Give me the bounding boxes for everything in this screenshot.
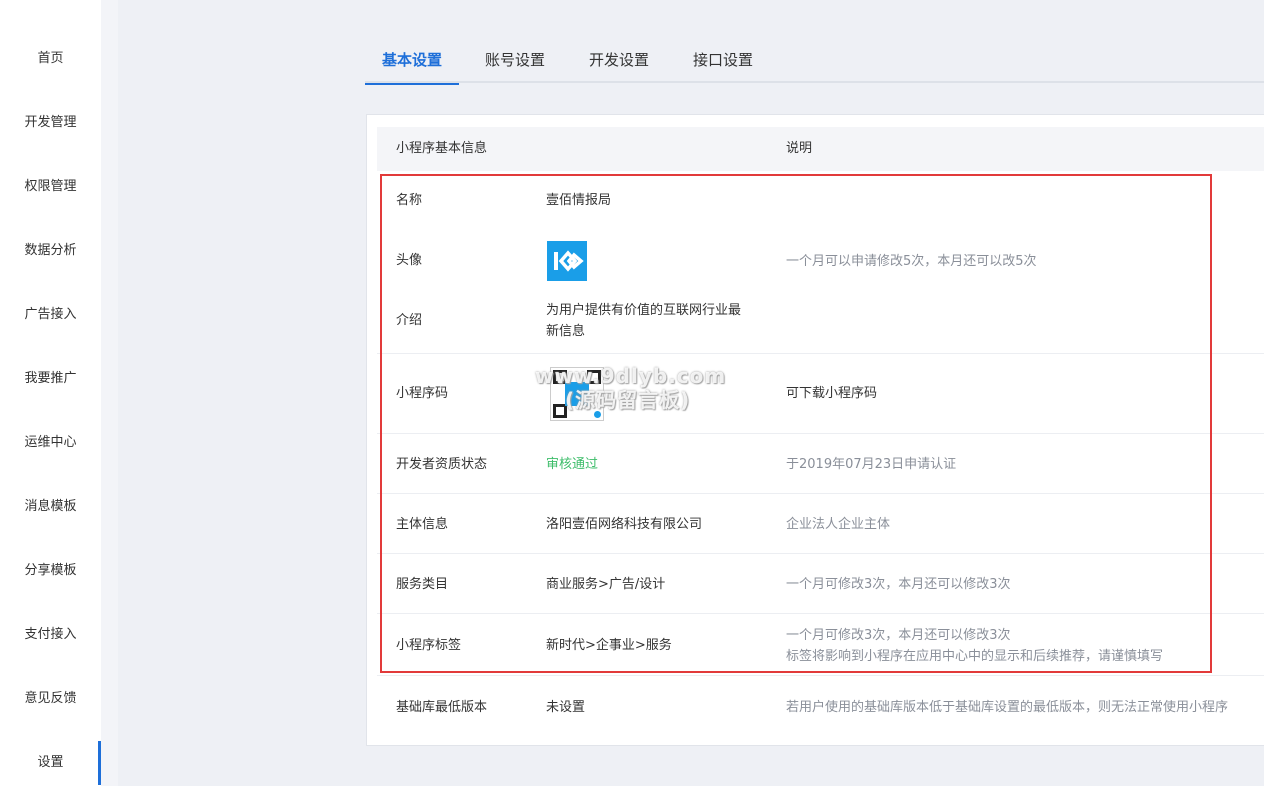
header-description: 说明 bbox=[786, 141, 813, 156]
tags-description-line1: 一个月可修改3次，本月还可以修改3次 bbox=[786, 628, 1011, 643]
table-header: 小程序基本信息 说明 bbox=[377, 127, 1264, 171]
watermark-line1: www.9dlyb.com bbox=[535, 364, 727, 388]
base-lib-description: 若用户使用的基础库版本低于基础库设置的最低版本，则无法正常使用小程序 bbox=[786, 700, 1229, 715]
qrcode-label: 小程序码 bbox=[396, 386, 449, 401]
tags-value: 新时代>企事业>服务 bbox=[546, 638, 672, 653]
settings-tabs: 基本设置 账号设置 开发设置 接口设置 bbox=[365, 40, 1264, 85]
base-lib-value: 未设置 bbox=[546, 700, 586, 715]
dev-status-description: 于2019年07月23日申请认证 bbox=[786, 457, 957, 472]
row-divider bbox=[377, 613, 1264, 614]
tags-description-line2: 标签将影响到小程序在应用中心中的显示和后续推荐，请谨慎填写 bbox=[786, 649, 1164, 664]
row-divider bbox=[377, 433, 1264, 434]
intro-value-line2: 新信息 bbox=[546, 324, 586, 339]
brand-logo-icon[interactable] bbox=[547, 241, 587, 281]
intro-value-line1: 为用户提供有价值的互联网行业最 bbox=[546, 303, 742, 318]
category-value: 商业服务>广告/设计 bbox=[546, 577, 666, 592]
subject-description: 企业法人企业主体 bbox=[786, 517, 891, 532]
subject-label: 主体信息 bbox=[396, 517, 449, 532]
row-divider bbox=[377, 353, 1264, 354]
watermark: www.9dlyb.com (源码留言板) bbox=[535, 364, 726, 412]
name-label: 名称 bbox=[396, 193, 423, 208]
sidebar-item-operations[interactable]: 运维中心 bbox=[0, 421, 101, 465]
subject-value: 洛阳壹佰网络科技有限公司 bbox=[546, 517, 703, 532]
tags-label: 小程序标签 bbox=[396, 638, 462, 653]
sidebar-item-ads[interactable]: 广告接入 bbox=[0, 293, 101, 337]
tab-basic-settings[interactable]: 基本设置 bbox=[365, 40, 459, 85]
sidebar-gutter bbox=[101, 0, 118, 786]
category-label: 服务类目 bbox=[396, 577, 449, 592]
intro-label: 介绍 bbox=[396, 313, 423, 328]
sidebar-item-promotion[interactable]: 我要推广 bbox=[0, 357, 101, 401]
sidebar-item-home[interactable]: 首页 bbox=[0, 37, 101, 81]
basic-info-panel: 小程序基本信息 说明 名称 壹佰情报局 头像 一个月可以申请修改5次，本月还可以… bbox=[366, 114, 1264, 746]
tab-api-settings[interactable]: 接口设置 bbox=[681, 40, 765, 83]
name-value: 壹佰情报局 bbox=[546, 193, 612, 208]
sidebar-item-message-templates[interactable]: 消息模板 bbox=[0, 485, 101, 529]
avatar-description: 一个月可以申请修改5次，本月还可以改5次 bbox=[786, 254, 1037, 269]
sidebar: 首页 开发管理 权限管理 数据分析 广告接入 我要推广 运维中心 消息模板 分享… bbox=[0, 0, 101, 786]
sidebar-item-development[interactable]: 开发管理 bbox=[0, 101, 101, 145]
avatar-label: 头像 bbox=[396, 253, 423, 268]
watermark-line2: (源码留言板) bbox=[565, 388, 691, 412]
sidebar-item-payment[interactable]: 支付接入 bbox=[0, 613, 101, 657]
tab-account-settings[interactable]: 账号设置 bbox=[473, 40, 557, 83]
sidebar-item-permissions[interactable]: 权限管理 bbox=[0, 165, 101, 209]
dev-status-value: 审核通过 bbox=[546, 457, 599, 472]
qrcode-description: 可下载小程序码 bbox=[786, 386, 878, 401]
sidebar-item-feedback[interactable]: 意见反馈 bbox=[0, 677, 101, 721]
header-basic-info: 小程序基本信息 bbox=[396, 141, 488, 156]
tab-dev-settings[interactable]: 开发设置 bbox=[577, 40, 661, 83]
sidebar-item-share-templates[interactable]: 分享模板 bbox=[0, 549, 101, 593]
row-divider bbox=[377, 675, 1264, 676]
row-divider bbox=[377, 493, 1264, 494]
sidebar-item-settings[interactable]: 设置 bbox=[0, 741, 101, 785]
dev-status-label: 开发者资质状态 bbox=[396, 457, 488, 472]
base-lib-label: 基础库最低版本 bbox=[396, 700, 488, 715]
category-description: 一个月可修改3次，本月还可以修改3次 bbox=[786, 577, 1011, 592]
row-divider bbox=[377, 553, 1264, 554]
sidebar-item-analytics[interactable]: 数据分析 bbox=[0, 229, 101, 273]
